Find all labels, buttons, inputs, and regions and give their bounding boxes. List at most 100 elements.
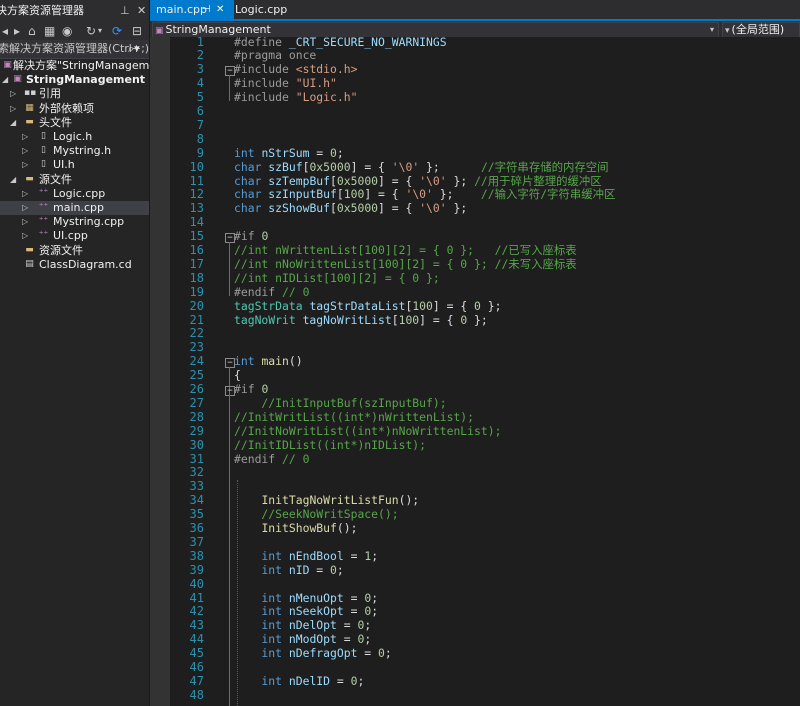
home-icon[interactable]: ⌂ [28,23,36,39]
chevron-right-icon[interactable]: ▷ [22,130,28,144]
code-token: ; [364,618,372,633]
tab-logic-cpp[interactable]: Logic.cpp [229,0,305,19]
collapse-region-icon[interactable]: − [225,65,235,76]
code-line[interactable]: tagStrData tagStrDataList[100] = { 0 }; [234,299,501,314]
chevron-right-icon[interactable]: ▷ [22,144,28,158]
code-line[interactable]: //InitIDList((int*)nIDList); [234,438,426,453]
tree-item[interactable]: ◢ ▬ 头文件 [0,116,149,130]
code-line[interactable]: int nStrSum = 0; [234,146,344,161]
chevron-down-icon[interactable]: ◢ [10,173,16,187]
code-line[interactable]: #include "Logic.h" [234,90,357,105]
tree-item[interactable]: ▷ ▯ Mystring.h [0,144,149,158]
code-line[interactable]: //InitInputBuf(szInputBuf); [234,396,446,411]
chevron-right-icon[interactable]: ▷ [22,158,28,172]
code-line[interactable]: char szBuf[0x5000] = { '\0' }; //字符串存储的内… [234,160,609,175]
chevron-down-icon[interactable]: ◢ [10,116,16,130]
tree-item[interactable]: ◢ ▬ 源文件 [0,173,149,187]
chevron-right-icon[interactable]: ▷ [22,229,28,243]
tree-item[interactable]: ◢ ▣ StringManagement [0,73,149,87]
code-token: '\0' [419,201,447,216]
tree-item[interactable]: ▷ ▯ UI.h [0,158,149,172]
code-line[interactable]: int nID = 0; [234,563,343,578]
tree-item[interactable]: ▷ ⁺⁺ Logic.cpp [0,187,149,201]
code-line[interactable]: int nDefragOpt = 0; [234,646,391,661]
tree-item[interactable]: ▷ ▦ 外部依赖项 [0,102,149,116]
code-line[interactable]: //int nIDList[100][2] = { 0 }; [234,271,440,286]
line-number: 1 [196,34,204,49]
forward-icon[interactable]: ▸ [14,23,20,39]
code-line[interactable]: //int nWrittenList[100][2] = { 0 }; //已写… [234,243,577,258]
pin-icon[interactable]: ⊥ [120,0,130,22]
code-line[interactable]: #pragma once [234,48,316,63]
code-line[interactable]: #define _CRT_SECURE_NO_WARNINGS [234,35,447,50]
code-token: // 0 [282,284,310,299]
code-token: nDelID [288,673,331,688]
code-line[interactable]: InitShowBuf(); [234,521,357,536]
close-icon[interactable]: ✕ [137,0,146,22]
code-line[interactable]: char szTempBuf[0x5000] = { '\0' }; //用于碎… [234,174,602,189]
chevron-right-icon[interactable]: ▷ [22,201,28,215]
tree-item-label: 源文件 [39,172,72,186]
solution-explorer-search[interactable]: 索解决方案资源管理器(Ctrl+;) ⌕▾ [0,40,149,59]
back-icon[interactable]: ◂ [2,23,8,39]
code-line[interactable]: { [234,368,241,383]
code-line[interactable]: #include "UI.h" [234,76,337,91]
line-number: 20 [189,298,204,313]
code-line[interactable]: char szShowBuf[0x5000] = { '\0' }; [234,201,467,216]
tab-pin-icon[interactable]: ⊣ [202,0,211,19]
chevron-right-icon[interactable]: ▷ [10,87,16,101]
tree-item[interactable]: ▷ ▯ Logic.h [0,130,149,144]
switch-views-icon[interactable]: ▦ [44,23,55,39]
chevron-down-icon[interactable]: ◢ [2,73,8,87]
tab-main-cpp[interactable]: main.cpp ⊣ ✕ [150,0,234,19]
search-icon[interactable]: ⌕▾ [128,40,140,58]
code-line[interactable]: InitTagNoWritListFun(); [234,493,419,508]
tab-close-icon[interactable]: ✕ [216,0,224,19]
show-all-files-icon[interactable]: ◉ [62,23,72,39]
code-line[interactable]: int main() [234,354,303,369]
tree-item[interactable]: ▷ ⁺⁺ Mystring.cpp [0,215,149,229]
code-line[interactable]: #if 0 [234,229,268,244]
collapse-region-icon[interactable]: − [225,357,235,368]
pending-dropdown-icon[interactable]: ▾ [98,23,102,39]
folder-icon: ▬ [25,173,34,184]
outline-line [229,242,230,296]
code-line[interactable]: //InitNoWritList((int*)nNoWrittenList); [234,424,501,439]
refresh-icon[interactable]: ⟳ [112,23,122,39]
code-token: ] = { [378,201,420,216]
pending-changes-icon[interactable]: ↻ [86,23,96,39]
tree-item[interactable]: ▣ 解决方案"StringManagement"(1 [0,59,183,73]
tree-item[interactable]: ▷ ⁺⁺ main.cpp [0,201,149,215]
code-line[interactable]: //InitWritList((int*)nWrittenList); [234,410,474,425]
collapse-region-icon[interactable]: − [225,385,235,396]
tree-item[interactable]: ▬ 资源文件 [0,244,149,258]
code-line[interactable]: int nDelID = 0; [234,673,364,689]
scope-dropdown[interactable]: ▾ (全局范围) [722,22,800,38]
search-input[interactable]: 索解决方案资源管理器(Ctrl+;) [0,40,149,58]
code-line[interactable]: //SeekNoWritSpace(); [234,507,398,522]
code-line[interactable]: int nMenuOpt = 0; [234,591,378,606]
tree-item[interactable]: ▷ ▪▪ 引用 [0,87,149,101]
code-line[interactable]: int nSeekOpt = 0; [234,604,378,619]
code-line[interactable]: int nModOpt = 0; [234,632,371,647]
line-number: 4 [196,76,204,91]
code-line[interactable]: #endif // 0 [234,284,310,300]
code-line[interactable]: int nDelOpt = 0; [234,618,372,633]
code-line[interactable]: int nEndBool = 1; [234,549,378,564]
collapse-all-icon[interactable]: ⊟ [132,23,142,39]
code-line[interactable]: #include <stdio.h> [234,62,357,77]
tree-item[interactable]: ▷ ⁺⁺ UI.cpp [0,229,149,243]
code-line[interactable]: #if 0 [234,382,268,397]
chevron-right-icon[interactable]: ▷ [22,187,28,201]
code-token: '\0' [405,187,433,202]
code-line[interactable]: tagNoWrit tagNoWritList[100] = { 0 }; [234,313,488,328]
line-number: 16 [189,243,204,257]
code-line[interactable]: //int nNoWrittenList[100][2] = { 0 }; //… [234,257,577,272]
tree-item[interactable]: ▤ ClassDiagram.cd [0,258,149,272]
chevron-right-icon[interactable]: ▷ [22,215,28,229]
code-line[interactable]: char szInputBuf[100] = { '\0' }; //输入字符/… [234,187,615,202]
code-line[interactable]: #endif // 0 [234,452,309,467]
chevron-right-icon[interactable]: ▷ [10,102,16,116]
code-token: int [234,673,289,688]
collapse-region-icon[interactable]: − [225,232,235,243]
